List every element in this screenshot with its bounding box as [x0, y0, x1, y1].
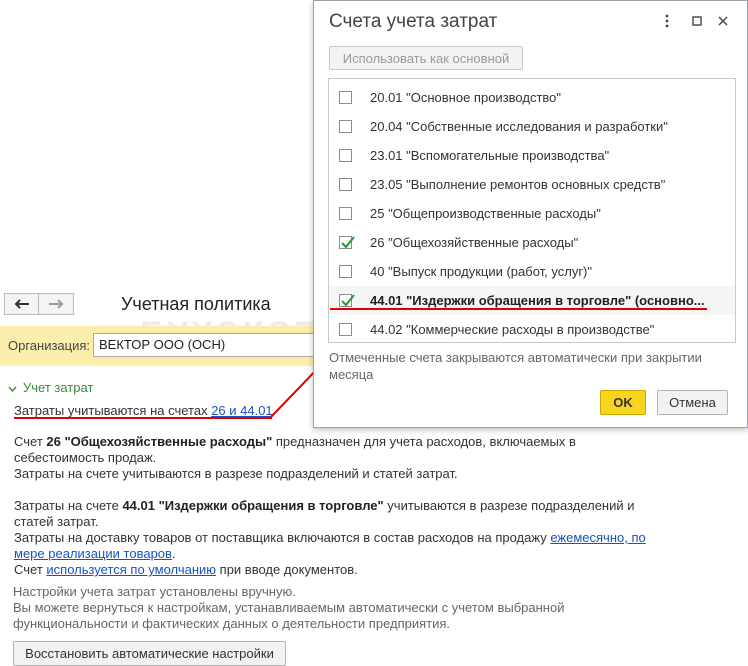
manual-settings-note-3: функциональности и фактических данных о … [13, 616, 451, 631]
annotation-underline-dialog [330, 308, 707, 310]
checkbox[interactable] [339, 149, 352, 162]
account-list-item[interactable]: 25 "Общепроизводственные расходы" [329, 199, 735, 228]
default-account-line: Счет используется по умолчанию при вводе… [14, 562, 358, 577]
account-list-item[interactable]: 20.01 "Основное производство" [329, 83, 735, 112]
account-label: 23.05 "Выполнение ремонтов основных сред… [370, 177, 666, 192]
forward-button[interactable] [39, 293, 74, 315]
use-as-main-button[interactable]: Использовать как основной [329, 46, 523, 70]
back-button[interactable] [4, 293, 39, 315]
account-list-item[interactable]: 44.02 "Коммерческие расходы в производст… [329, 315, 735, 342]
dialog-title: Счета учета затрат [329, 11, 498, 32]
checkbox-checked[interactable] [339, 236, 355, 249]
accounts-list[interactable]: 20.01 "Основное производство" 20.04 "Собс… [328, 78, 736, 343]
account-label: 23.01 "Вспомогательные производства" [370, 148, 610, 163]
delivery-method-link[interactable]: ежемесячно, по [550, 530, 645, 545]
more-icon[interactable] [660, 14, 674, 28]
maximize-icon[interactable] [690, 14, 704, 28]
account44-description-1: Затраты на счете 44.01 "Издержки обращен… [14, 498, 635, 513]
account-label: 44.02 "Коммерческие расходы в производст… [370, 322, 655, 337]
account-label: 20.04 "Собственные исследования и разраб… [370, 119, 668, 134]
organization-label: Организация: [8, 338, 91, 353]
organization-field[interactable]: ВЕКТОР ООО (ОСН) [93, 333, 320, 357]
account-label: 25 "Общепроизводственные расходы" [370, 206, 601, 221]
account26-description-2: себестоимость продаж. [14, 450, 157, 465]
delivery-line-2: мере реализации товаров. [14, 546, 176, 561]
cost-accounts-dialog: Счета учета затрат Использовать как осно… [313, 0, 748, 428]
account-list-item[interactable]: 40 "Выпуск продукции (работ, услуг)" [329, 257, 735, 286]
account-label: 20.01 "Основное производство" [370, 90, 562, 105]
checkbox[interactable] [339, 323, 352, 336]
account-list-item[interactable]: 20.04 "Собственные исследования и разраб… [329, 112, 735, 141]
manual-settings-note-2: Вы можете вернуться к настройкам, устана… [13, 600, 565, 615]
arrow-left-icon [14, 299, 29, 309]
account-list-item[interactable]: 44.01 "Издержки обращения в торговле" (о… [329, 286, 735, 315]
checkbox[interactable] [339, 120, 352, 133]
checkbox[interactable] [339, 91, 352, 104]
checkmark-icon [341, 236, 355, 249]
form-title: Учетная политика [121, 294, 271, 314]
manual-settings-note-1: Настройки учета затрат установлены вручн… [13, 584, 296, 599]
checkbox[interactable] [339, 207, 352, 220]
group-header-label: Учет затрат [23, 380, 94, 395]
account-label: 44.01 "Издержки обращения в торговле" (о… [370, 293, 705, 308]
close-icon[interactable] [716, 14, 730, 28]
checkbox[interactable] [339, 178, 352, 191]
account26-description-3: Затраты на счете учитываются в разрезе п… [14, 466, 458, 481]
default-usage-link[interactable]: используется по умолчанию [46, 562, 216, 577]
account-label: 40 "Выпуск продукции (работ, услуг)" [370, 264, 593, 279]
closing-note: Отмеченные счета закрываются автоматичес… [329, 350, 702, 382]
cost-accounting-group-header[interactable]: Учет затрат [8, 380, 93, 395]
delivery-method-link-cont[interactable]: мере реализации товаров [14, 546, 172, 561]
delivery-line-1: Затраты на доставку товаров от поставщик… [14, 530, 646, 545]
checkbox-checked[interactable] [339, 294, 355, 307]
account-list-item[interactable]: 23.05 "Выполнение ремонтов основных сред… [329, 170, 735, 199]
annotation-underline-form [14, 417, 272, 419]
checkbox[interactable] [339, 265, 352, 278]
navigation-buttons [4, 293, 74, 315]
account-list-item[interactable]: 23.01 "Вспомогательные производства" [329, 141, 735, 170]
arrow-right-icon [49, 299, 64, 309]
ok-button[interactable]: OK [600, 390, 646, 415]
checkmark-icon [341, 294, 355, 307]
account-list-item[interactable]: 26 "Общехозяйственные расходы" [329, 228, 735, 257]
account44-description-2: статей затрат. [14, 514, 99, 529]
chevron-down-icon [8, 380, 17, 395]
cancel-button[interactable]: Отмена [657, 390, 728, 415]
accounts-link[interactable]: 26 и 44.01 [211, 403, 272, 418]
account26-description-1: Счет 26 "Общехозяйственные расходы" пред… [14, 434, 576, 449]
account-label: 26 "Общехозяйственные расходы" [370, 235, 579, 250]
restore-auto-settings-button[interactable]: Восстановить автоматические настройки [13, 641, 286, 666]
